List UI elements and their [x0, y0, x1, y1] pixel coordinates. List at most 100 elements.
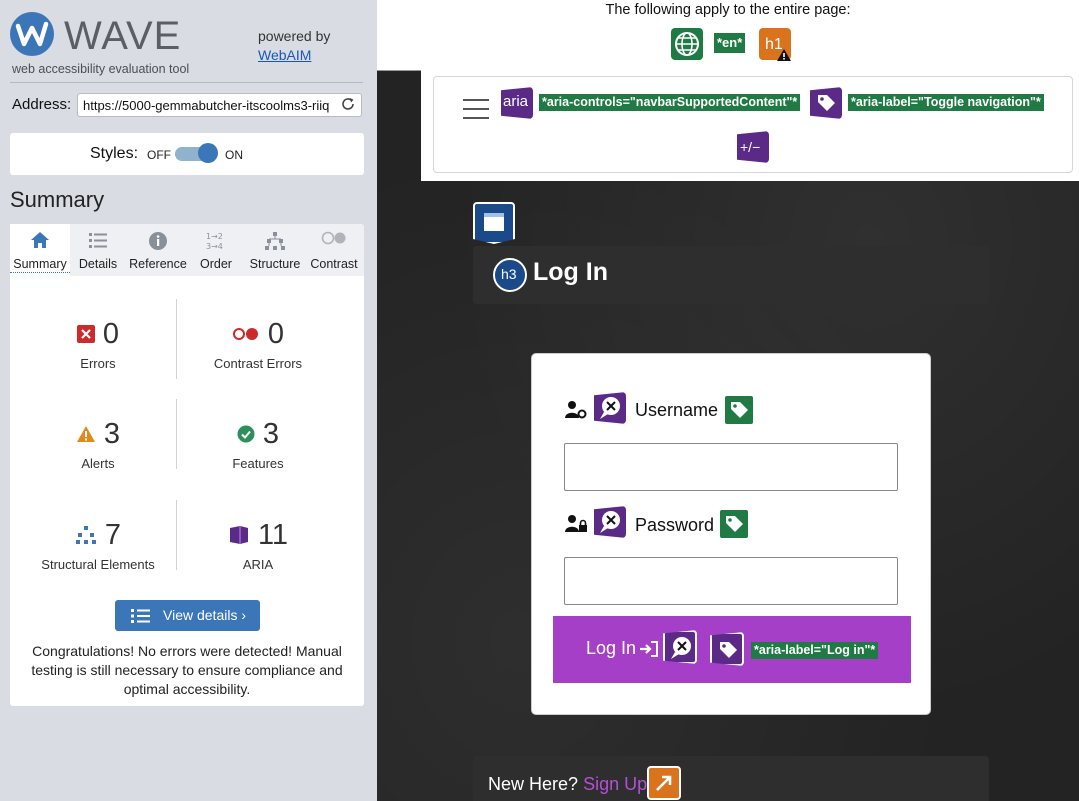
- tab-label: Summary: [10, 257, 70, 273]
- username-input[interactable]: [564, 443, 898, 491]
- tab-structure[interactable]: Structure: [246, 224, 304, 276]
- order-icon: 1→23→4: [206, 232, 223, 251]
- login-button-label: Log In: [586, 638, 637, 658]
- aria-stat[interactable]: 11 ARIA: [178, 519, 338, 572]
- features-label: Features: [232, 456, 284, 471]
- main-region-icon[interactable]: [473, 202, 515, 244]
- aria-label-login-tag: *aria-label="Log in"*: [751, 642, 879, 659]
- user-lock-icon: [565, 515, 587, 532]
- signup-text: New Here? Sign Up: [488, 774, 647, 795]
- list-icon: [131, 609, 150, 623]
- language-globe-icon[interactable]: [671, 28, 703, 60]
- expand-badge-text: +/−: [740, 139, 761, 155]
- alerts-label: Alerts: [81, 456, 115, 471]
- window-icon: [484, 213, 504, 231]
- tab-contrast[interactable]: Contrast: [306, 224, 362, 276]
- svg-text:1→2: 1→2: [206, 232, 223, 241]
- summary-heading: Summary: [10, 187, 105, 212]
- h3-icon[interactable]: h3: [493, 258, 527, 292]
- page-wide-indicators: The following apply to the entire page: …: [377, 0, 1079, 71]
- styles-label: Styles:: [90, 145, 139, 162]
- h1-alert-icon[interactable]: h1: [759, 28, 791, 61]
- aria-label-icon[interactable]: [710, 632, 744, 666]
- styles-toggle[interactable]: [175, 143, 218, 163]
- new-here-label: New Here?: [488, 774, 579, 794]
- label-feature-icon[interactable]: [718, 508, 750, 540]
- warning-icon: [777, 49, 791, 61]
- wave-title: WAVE: [64, 14, 182, 58]
- structural-stat[interactable]: 7 Structural Elements: [18, 518, 178, 573]
- view-details-label: View details ›: [163, 607, 247, 623]
- redundant-link-alert-icon[interactable]: [647, 766, 681, 800]
- label-feature-icon[interactable]: [723, 394, 755, 426]
- aria-label-toggle-tag: *aria-label="Toggle navigation"*: [848, 94, 1044, 111]
- h3-badge-text: h3: [501, 266, 517, 282]
- aria-expanded-icon[interactable]: +/−: [737, 131, 769, 163]
- structural-count: 7: [104, 518, 122, 551]
- login-card: Username Password Log In *aria-label="Lo…: [531, 353, 931, 715]
- missing-label-icon[interactable]: [594, 506, 626, 538]
- tab-label: Reference: [129, 257, 187, 271]
- structure-icon: [75, 526, 96, 544]
- login-button[interactable]: Log In *aria-label="Log in"*: [553, 616, 911, 683]
- styles-toggle-box: Styles: OFF ON: [10, 133, 364, 175]
- tab-summary[interactable]: Summary: [10, 224, 70, 276]
- tab-label: Structure: [249, 257, 301, 271]
- aria-icon: [229, 526, 248, 544]
- hamburger-menu-button[interactable]: [463, 99, 489, 119]
- tab-order[interactable]: 1→2 3→4 Order: [192, 224, 240, 276]
- close-bubble-icon: [600, 511, 620, 533]
- sign-in-icon: [640, 641, 658, 657]
- tab-details[interactable]: Details: [72, 224, 124, 276]
- password-input[interactable]: [564, 557, 898, 605]
- errors-count: 0: [102, 317, 120, 350]
- divider: [10, 82, 363, 83]
- username-label: Username: [635, 400, 719, 420]
- errors-stat[interactable]: 0 Errors: [18, 318, 178, 371]
- webaim-link[interactable]: WebAIM: [258, 47, 311, 63]
- navbar-container: aria *aria-controls="navbarSupportedCont…: [433, 76, 1073, 173]
- aria-icon[interactable]: aria: [501, 87, 533, 119]
- contrast-errors-stat[interactable]: 0 Contrast Errors: [178, 318, 338, 372]
- aria-label-icon[interactable]: [810, 87, 842, 119]
- tag-icon: [818, 95, 835, 111]
- tab-reference[interactable]: Reference: [126, 224, 190, 276]
- aria-badge-text: aria: [503, 93, 529, 110]
- aria-label: ARIA: [242, 557, 274, 572]
- styles-off-label: OFF: [147, 148, 171, 162]
- missing-label-icon[interactable]: [594, 392, 626, 424]
- tab-label: Contrast: [310, 257, 358, 271]
- feature-check-icon: [237, 425, 255, 443]
- aria-count: 11: [257, 518, 289, 551]
- contrast-errors-label: Contrast Errors: [213, 356, 303, 371]
- apply-text: The following apply to the entire page:: [605, 2, 851, 18]
- aria-controls-tag: *aria-controls="navbarSupportedContent"*: [539, 94, 801, 111]
- tab-label: Order: [200, 257, 232, 271]
- tag-icon: [720, 642, 737, 658]
- features-stat[interactable]: 3 Features: [178, 418, 338, 472]
- svg-text:3→4: 3→4: [206, 242, 223, 251]
- tag-icon: [726, 516, 743, 532]
- congrats-message: Congratulations! No errors were detected…: [31, 643, 343, 697]
- wave-sidebar: WAVE web accessibility evaluation tool p…: [0, 0, 377, 801]
- view-details-button[interactable]: View details ›: [115, 600, 260, 631]
- site-navbar: aria *aria-controls="navbarSupportedCont…: [421, 70, 1079, 181]
- reload-icon[interactable]: [340, 96, 356, 112]
- password-label: Password: [635, 515, 715, 535]
- missing-label-icon[interactable]: [663, 630, 697, 664]
- contrast-error-icon: [232, 328, 258, 340]
- toggle-knob: [198, 143, 218, 163]
- page-heading: Log In: [533, 258, 608, 286]
- sign-up-link[interactable]: Sign Up: [583, 774, 647, 794]
- styles-on-label: ON: [225, 148, 243, 162]
- alert-icon: [76, 426, 95, 442]
- errors-label: Errors: [80, 356, 116, 371]
- user-settings-icon: [565, 401, 587, 419]
- contrast-icon: [321, 231, 346, 245]
- address-input[interactable]: https://5000-gemmabutcher-itscoolms3-rii…: [77, 93, 362, 117]
- signup-bar: New Here? Sign Up: [473, 756, 989, 801]
- wave-tabs: Summary Details Reference 1→2 3→4 Order S…: [10, 224, 364, 276]
- list-icon: [89, 233, 107, 248]
- alerts-stat[interactable]: 3 Alerts: [18, 418, 178, 471]
- tab-label: Details: [78, 257, 118, 271]
